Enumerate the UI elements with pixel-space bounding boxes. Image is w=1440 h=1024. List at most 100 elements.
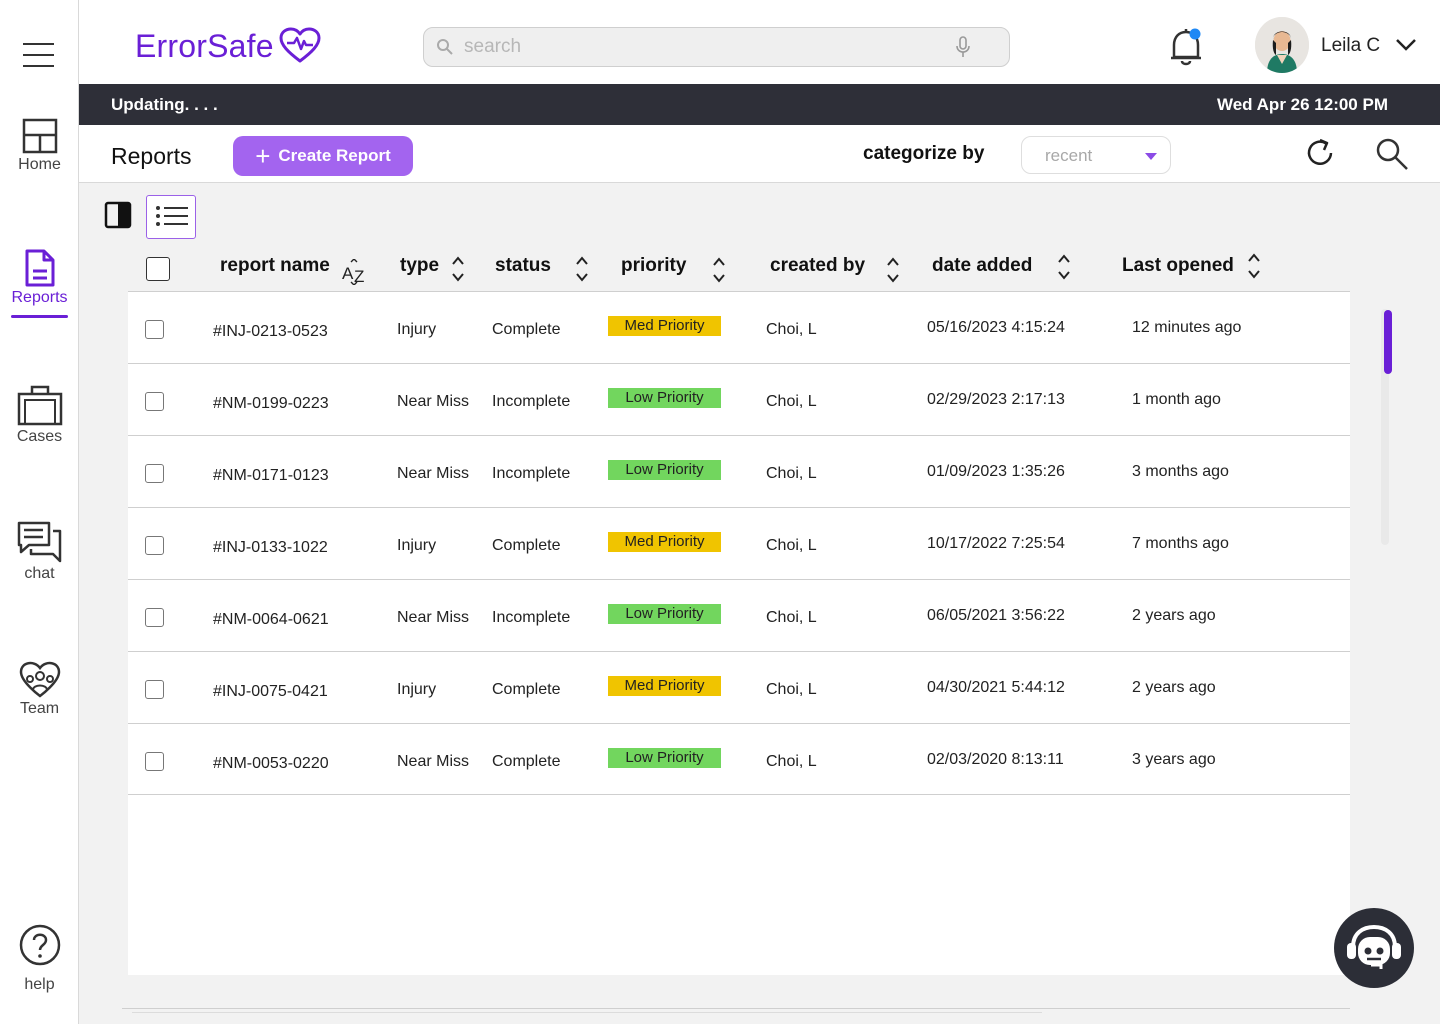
sidebar-item-help[interactable]: help: [0, 924, 79, 994]
date-added: 02/29/2023 2:17:13: [927, 391, 1065, 408]
caret-down-icon: [1145, 153, 1157, 160]
sidebar-item-label: help: [24, 976, 55, 993]
search-bar[interactable]: [423, 27, 1010, 67]
logo[interactable]: ErrorSafe: [135, 26, 322, 66]
column-header-date-added[interactable]: date added: [932, 255, 1032, 277]
table-row[interactable]: #INJ-0213-0523 Injury Complete Med Prior…: [128, 291, 1350, 363]
row-checkbox[interactable]: [145, 536, 164, 555]
sidebar-item-team[interactable]: Team: [0, 660, 79, 718]
report-name[interactable]: #NM-0064-0621: [213, 611, 329, 629]
column-header-priority[interactable]: priority: [621, 255, 686, 277]
row-checkbox[interactable]: [145, 608, 164, 627]
user-name[interactable]: Leila C: [1321, 35, 1380, 57]
robot-icon: [1347, 924, 1401, 969]
date-added: 05/16/2023 4:15:24: [927, 319, 1065, 336]
search-icon[interactable]: [1375, 137, 1409, 171]
sidebar-item-chat[interactable]: chat: [0, 521, 79, 583]
user-photo: [1255, 17, 1309, 73]
report-type: Near Miss: [397, 753, 470, 770]
document-icon: [25, 249, 54, 287]
created-by: Choi, L: [766, 609, 817, 626]
sort-icon[interactable]: [451, 255, 465, 283]
priority-badge: Low Priority: [608, 748, 721, 768]
notification-button[interactable]: [1168, 27, 1204, 67]
sidebar-item-cases[interactable]: Cases: [0, 384, 79, 446]
column-header-last-opened[interactable]: Last opened: [1122, 255, 1234, 277]
sort-icon[interactable]: [1057, 253, 1071, 281]
created-by: Choi, L: [766, 465, 817, 482]
sort-az-icon[interactable]: A Z: [342, 259, 368, 285]
column-header-report-name[interactable]: report name: [220, 255, 330, 277]
table-row[interactable]: #NM-0064-0621 Near Miss Incomplete Low P…: [128, 579, 1350, 651]
sort-icon[interactable]: [886, 256, 900, 284]
report-type: Near Miss: [397, 393, 470, 410]
sidebar-item-label: Home: [18, 156, 61, 173]
sort-icon[interactable]: [1247, 252, 1261, 280]
report-status: Incomplete: [492, 465, 571, 482]
created-by: Choi, L: [766, 393, 817, 410]
report-name[interactable]: #NM-0053-0220: [213, 755, 329, 773]
table-row[interactable]: #NM-0053-0220 Near Miss Complete Low Pri…: [128, 723, 1350, 795]
horizontal-scrollbar[interactable]: [132, 1012, 1042, 1013]
row-checkbox[interactable]: [145, 320, 164, 339]
created-by: Choi, L: [766, 321, 817, 338]
menu-icon[interactable]: [23, 43, 54, 67]
table-row[interactable]: #INJ-0133-1022 Injury Complete Med Prior…: [128, 507, 1350, 579]
report-name[interactable]: #NM-0199-0223: [213, 395, 329, 413]
scrollbar-thumb[interactable]: [1384, 310, 1392, 374]
created-by: Choi, L: [766, 537, 817, 554]
list-view-button[interactable]: [146, 195, 196, 239]
report-status: Complete: [492, 753, 561, 770]
plus-icon: +: [255, 141, 271, 171]
report-type: Near Miss: [397, 465, 470, 482]
report-name[interactable]: #INJ-0213-0523: [213, 323, 328, 341]
sidebar-item-label: chat: [24, 565, 55, 582]
report-name[interactable]: #NM-0171-0123: [213, 467, 329, 485]
last-opened: 2 years ago: [1132, 607, 1216, 624]
create-report-button[interactable]: + Create Report: [233, 136, 413, 176]
report-status: Complete: [492, 537, 561, 554]
priority-badge: Med Priority: [608, 676, 721, 696]
chatbot-button[interactable]: [1334, 908, 1414, 988]
table-row[interactable]: #NM-0171-0123 Near Miss Incomplete Low P…: [128, 435, 1350, 507]
select-all-checkbox[interactable]: [146, 257, 170, 281]
last-opened: 3 months ago: [1132, 463, 1229, 480]
table-row[interactable]: #NM-0199-0223 Near Miss Incomplete Low P…: [128, 363, 1350, 435]
bell-icon: [1171, 28, 1201, 66]
chevron-down-icon[interactable]: [1395, 38, 1417, 52]
row-checkbox[interactable]: [145, 752, 164, 771]
microphone-icon[interactable]: [956, 36, 970, 58]
last-opened: 12 minutes ago: [1132, 319, 1242, 336]
column-header-created-by[interactable]: created by: [770, 255, 865, 277]
priority-badge: Med Priority: [608, 316, 721, 336]
created-by: Choi, L: [766, 753, 817, 770]
briefcase-icon: [17, 385, 62, 426]
sort-icon[interactable]: [712, 256, 726, 284]
divider: [122, 1008, 1350, 1009]
column-header-type[interactable]: type: [400, 255, 439, 277]
row-checkbox[interactable]: [145, 392, 164, 411]
list-view-icon: [156, 206, 188, 226]
created-by: Choi, L: [766, 681, 817, 698]
sidebar-item-label: Team: [19, 700, 60, 717]
table-row[interactable]: #INJ-0075-0421 Injury Complete Med Prior…: [128, 651, 1350, 723]
date-added: 02/03/2020 8:13:11: [927, 751, 1064, 768]
sidebar-item-reports[interactable]: Reports: [0, 249, 79, 318]
categorize-select[interactable]: recent: [1021, 136, 1171, 174]
report-name[interactable]: #INJ-0075-0421: [213, 683, 328, 701]
split-view-icon[interactable]: [104, 201, 132, 229]
row-checkbox[interactable]: [145, 464, 164, 483]
categorize-label: categorize by: [863, 143, 985, 164]
sidebar-item-label: Reports: [11, 289, 68, 306]
sidebar-item-home[interactable]: Home: [0, 118, 79, 174]
sort-icon[interactable]: [575, 255, 589, 283]
refresh-icon[interactable]: [1304, 137, 1336, 169]
heart-pulse-icon: [279, 27, 321, 63]
avatar[interactable]: [1255, 17, 1309, 73]
last-opened: 2 years ago: [1132, 679, 1216, 696]
column-header-status[interactable]: status: [495, 255, 551, 277]
search-input[interactable]: [464, 36, 944, 58]
report-name[interactable]: #INJ-0133-1022: [213, 539, 328, 557]
priority-badge: Low Priority: [608, 388, 721, 408]
row-checkbox[interactable]: [145, 680, 164, 699]
